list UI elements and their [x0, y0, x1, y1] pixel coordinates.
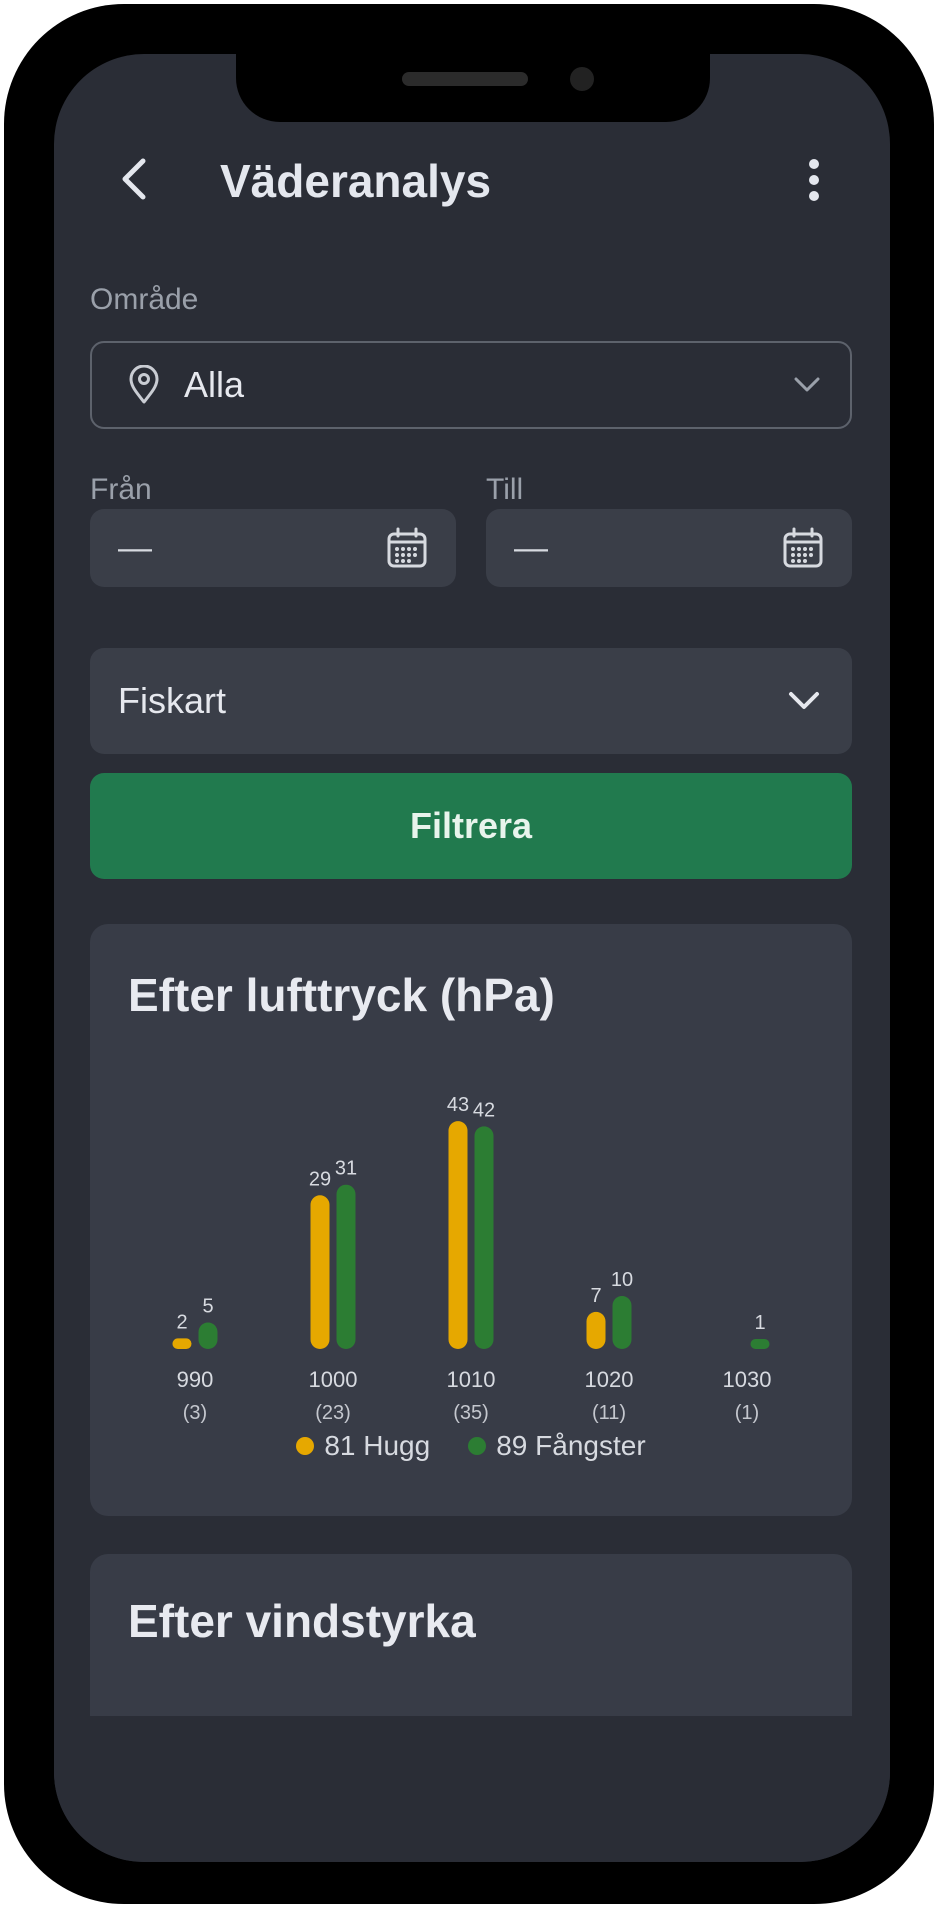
category-count-1000: (23) [315, 1402, 351, 1424]
page-title: Väderanalys [220, 155, 492, 207]
chevron-down-icon [794, 377, 820, 392]
legend-label-fangster: 89 Fångster [496, 1430, 646, 1461]
from-date-field[interactable]: — [90, 509, 456, 587]
bar-hugg-1000[interactable] [310, 1195, 330, 1349]
species-select[interactable]: Fiskart [90, 648, 852, 754]
pressure-bar-chart: 25 990 (3) 29 31 1000 (23) 43 42 1010 (35) 7 10 1020 (… [172, 1094, 772, 1424]
legend-swatch-fangster [468, 1437, 487, 1455]
category-label-1020: 1020 [585, 1367, 634, 1392]
category-label-990: 990 [177, 1367, 214, 1392]
to-date-value: — [514, 528, 548, 567]
legend-hugg[interactable]: 81 Hugg [296, 1430, 430, 1462]
bar-fangster-1010[interactable] [474, 1126, 494, 1349]
bar-hugg-1010[interactable] [448, 1121, 468, 1349]
calendar-icon [783, 527, 823, 568]
category-count-1020: (11) [592, 1402, 626, 1424]
category-count-990: (3) [183, 1402, 207, 1424]
value-label-hugg-1020: 7 [590, 1285, 601, 1307]
front-camera [570, 67, 594, 91]
notch [236, 54, 710, 122]
legend-swatch-hugg [296, 1437, 315, 1455]
to-date-field[interactable]: — [486, 509, 852, 587]
legend-fangster[interactable]: 89 Fångster [468, 1430, 646, 1462]
from-label: Från [90, 473, 152, 506]
category-label-1000: 1000 [309, 1367, 358, 1392]
value-label-fangster-1000: 31 [335, 1158, 357, 1180]
value-label-fangster-1030: 1 [754, 1312, 765, 1334]
area-value: Alla [184, 364, 245, 405]
bar-fangster-990[interactable] [198, 1322, 218, 1350]
pressure-chart-card: Efter lufttryck (hPa) 2 5 990 (3) 29 31 1000 (2… [90, 924, 852, 1516]
chevron-down-icon [789, 692, 819, 709]
value-label-hugg-1010: 43 [447, 1094, 469, 1116]
value-label-hugg-990: 2 [176, 1311, 187, 1333]
bar-fangster-1020[interactable] [612, 1296, 632, 1349]
calendar-icon [387, 527, 427, 568]
more-vertical-icon [809, 159, 819, 201]
category-label-1010: 1010 [447, 1367, 496, 1392]
value-label-hugg-1000: 29 [309, 1168, 331, 1190]
bar-hugg-1020[interactable] [586, 1311, 606, 1349]
bottom-area [54, 1716, 890, 1862]
more-menu-button[interactable] [794, 152, 834, 208]
category-label-1030: 1030 [723, 1367, 772, 1392]
area-label: Område [90, 283, 199, 316]
location-pin-icon [129, 365, 159, 404]
category-count-1010: (35) [453, 1402, 489, 1424]
phone-frame: Väderanalys Område Alla Från Till — — Fi… [4, 4, 934, 1904]
category-count-1030: (1) [735, 1402, 759, 1424]
wind-chart-title: Efter vindstyrka [128, 1595, 476, 1647]
from-date-value: — [118, 528, 152, 567]
speaker [402, 72, 528, 86]
filter-button[interactable]: Filtrera [90, 773, 852, 879]
legend-label-hugg: 81 Hugg [324, 1430, 431, 1461]
bar-fangster-1030[interactable] [750, 1339, 770, 1349]
back-button[interactable] [110, 149, 158, 209]
app-screen: Väderanalys Område Alla Från Till — — Fi… [54, 54, 890, 1862]
value-label-fangster-1020: 10 [611, 1269, 633, 1291]
chart-legend: 81 Hugg 89 Fångster [90, 1430, 852, 1462]
value-label-fangster-1010: 42 [473, 1099, 495, 1121]
chevron-left-icon [122, 158, 146, 200]
bar-hugg-990[interactable] [172, 1338, 192, 1349]
bar-fangster-1000[interactable] [336, 1184, 356, 1349]
area-select[interactable]: Alla [90, 341, 852, 429]
to-label: Till [486, 473, 524, 506]
species-value: Fiskart [118, 680, 226, 721]
value-label-fangster-990: 5 [202, 1296, 213, 1318]
